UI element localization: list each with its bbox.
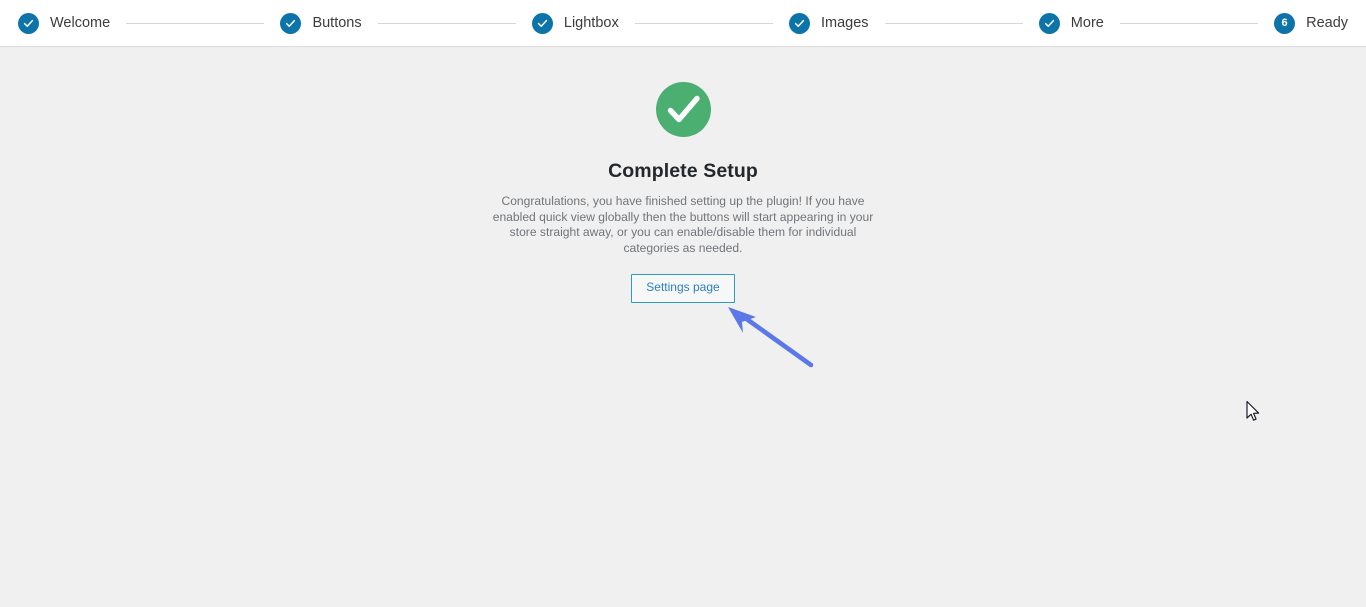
stepper-connector bbox=[1119, 22, 1259, 24]
check-icon bbox=[280, 12, 302, 34]
stepper-step-label: Buttons bbox=[312, 14, 362, 31]
stepper-step-images[interactable]: Images bbox=[788, 12, 869, 34]
stepper-step-ready[interactable]: 6 Ready bbox=[1274, 12, 1349, 34]
green-check-circle-icon bbox=[655, 82, 711, 137]
setup-complete-panel: Complete Setup Congratulations, you have… bbox=[0, 47, 1366, 607]
complete-content: Complete Setup Congratulations, you have… bbox=[0, 82, 1366, 303]
step-number-badge: 6 bbox=[1274, 12, 1296, 34]
stepper-step-label: Welcome bbox=[50, 14, 111, 31]
check-icon bbox=[1038, 12, 1060, 34]
annotation-arrow-icon bbox=[728, 307, 814, 368]
stepper-connector bbox=[126, 22, 265, 24]
stepper-connector bbox=[634, 22, 773, 24]
stepper-step-label: More bbox=[1070, 14, 1104, 31]
stepper-step-label: Ready bbox=[1306, 14, 1349, 31]
stepper-step-more[interactable]: More bbox=[1038, 12, 1104, 34]
stepper-step-buttons[interactable]: Buttons bbox=[280, 12, 362, 34]
stepper-connector bbox=[884, 22, 1023, 24]
stepper-step-lightbox[interactable]: Lightbox bbox=[531, 12, 619, 34]
check-icon bbox=[531, 12, 553, 34]
check-icon bbox=[18, 12, 39, 34]
stepper-step-welcome[interactable]: Welcome bbox=[18, 12, 111, 34]
setup-wizard-stepper: Welcome Buttons Lightbox Images More 6 R… bbox=[0, 0, 1366, 47]
complete-setup-description: Congratulations, you have finished setti… bbox=[492, 194, 874, 255]
settings-page-button[interactable]: Settings page bbox=[631, 274, 735, 303]
stepper-step-label: Images bbox=[820, 14, 869, 31]
check-icon bbox=[788, 12, 810, 34]
stepper-step-label: Lightbox bbox=[563, 14, 619, 31]
page-title: Complete Setup bbox=[608, 160, 758, 182]
step-number: 6 bbox=[1281, 16, 1288, 29]
stepper-connector bbox=[377, 22, 516, 24]
